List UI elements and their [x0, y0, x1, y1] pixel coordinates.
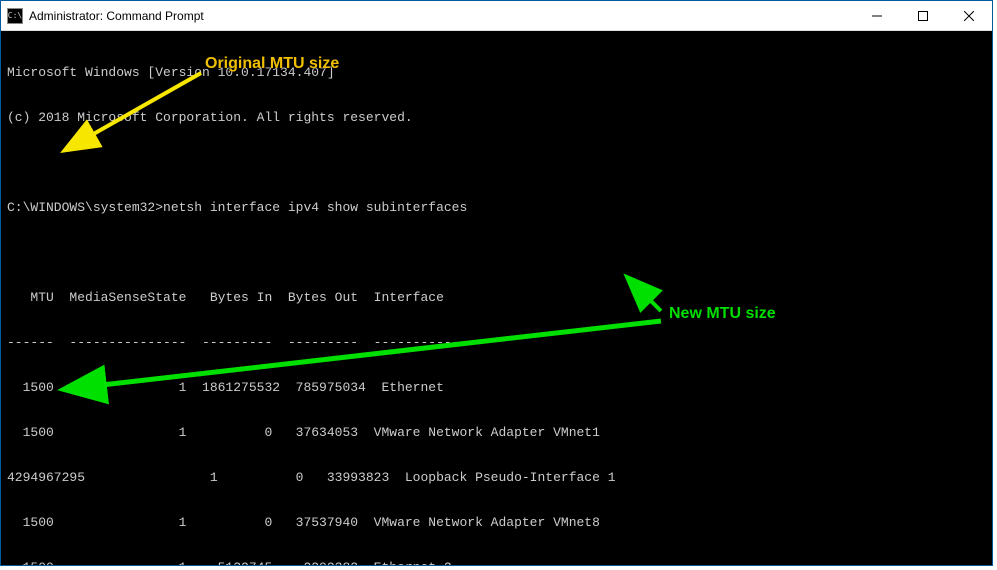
table1-row: 1500 1 0 37537940 VMware Network Adapter… — [7, 515, 986, 530]
table1-row: 4294967295 1 0 33993823 Loopback Pseudo-… — [7, 470, 986, 485]
window-title: Administrator: Command Prompt — [29, 9, 854, 23]
annotation-new-mtu: New MTU size — [669, 306, 776, 321]
cmd-line-show1: C:\WINDOWS\system32>netsh interface ipv4… — [7, 200, 986, 215]
table1-header: MTU MediaSenseState Bytes In Bytes Out I… — [7, 290, 986, 305]
window-frame: C:\ Administrator: Command Prompt Micros… — [0, 0, 993, 566]
table1-separator: ------ --------------- --------- -------… — [7, 335, 986, 350]
prompt: C:\WINDOWS\system32> — [7, 200, 163, 215]
minimize-button[interactable] — [854, 1, 900, 30]
header-line-2: (c) 2018 Microsoft Corporation. All righ… — [7, 110, 986, 125]
titlebar[interactable]: C:\ Administrator: Command Prompt — [1, 1, 992, 31]
window-controls — [854, 1, 992, 30]
table1-row: 1500 1 1861275532 785975034 Ethernet — [7, 380, 986, 395]
cmd-icon: C:\ — [7, 8, 23, 24]
close-button[interactable] — [946, 1, 992, 30]
maximize-button[interactable] — [900, 1, 946, 30]
header-line-1: Microsoft Windows [Version 10.0.17134.40… — [7, 65, 986, 80]
terminal-body[interactable]: Microsoft Windows [Version 10.0.17134.40… — [1, 31, 992, 565]
blank — [7, 155, 986, 170]
command-text: netsh interface ipv4 show subinterfaces — [163, 200, 467, 215]
table1-row: 1500 1 5132745 2202382 Ethernet 2 — [7, 560, 986, 565]
table1-row: 1500 1 0 37634053 VMware Network Adapter… — [7, 425, 986, 440]
blank — [7, 245, 986, 260]
